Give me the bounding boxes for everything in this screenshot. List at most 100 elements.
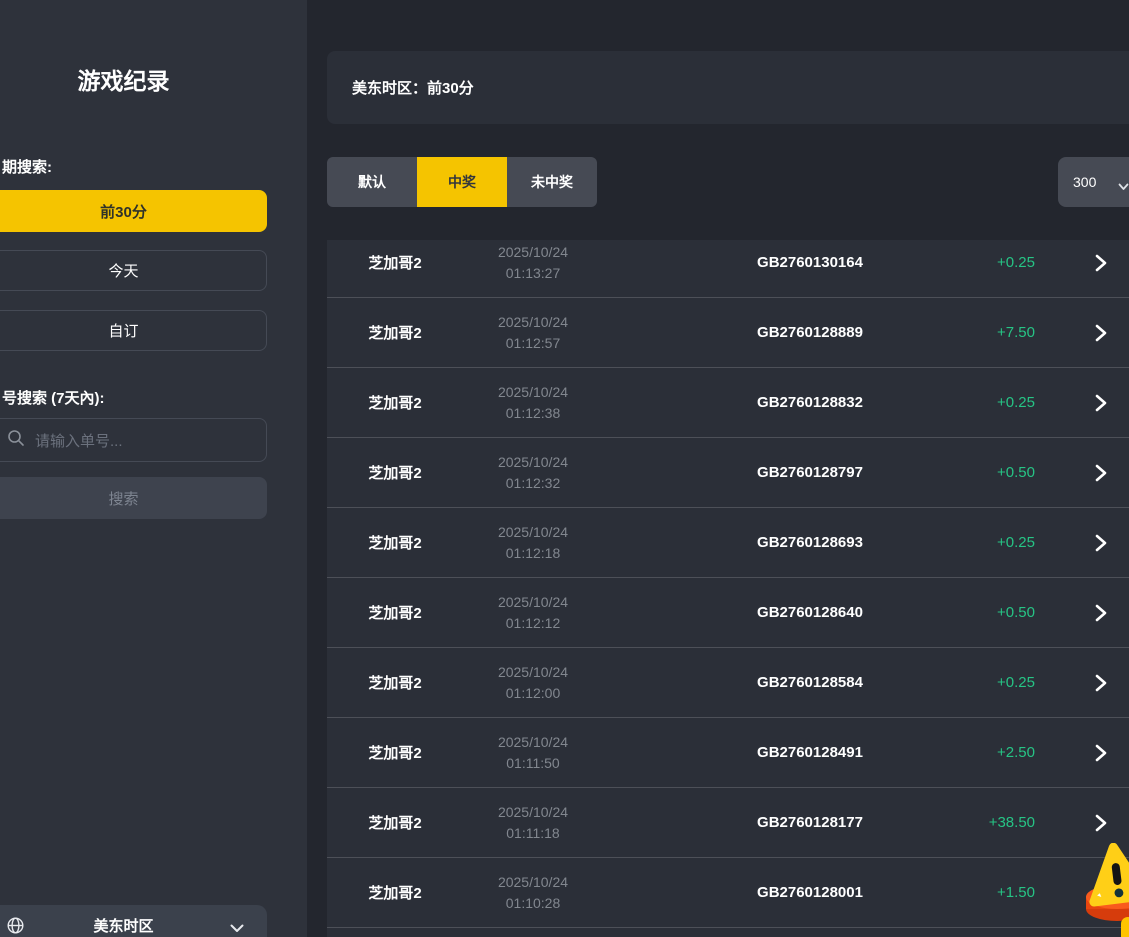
- date: 2025/10/24: [498, 452, 568, 473]
- header-text: 美东时区：前30分: [352, 77, 474, 98]
- datetime: 2025/10/24 01:11:50: [473, 718, 593, 787]
- win-amount: +0.50: [887, 438, 1035, 507]
- search-button[interactable]: 搜索: [0, 477, 267, 519]
- order-id: GB2760128640: [710, 578, 910, 647]
- period-button-today[interactable]: 今天: [0, 250, 267, 291]
- game-name: 芝加哥2: [347, 438, 443, 507]
- record-row[interactable]: 芝加哥2 2025/10/24 01:12:18 GB2760128693 +0…: [327, 508, 1129, 578]
- win-amount: +1.50: [887, 858, 1035, 927]
- chevron-right-icon[interactable]: [1087, 648, 1115, 717]
- order-id: GB2760128177: [710, 788, 910, 857]
- game-name: 芝加哥2: [347, 648, 443, 717]
- date: 2025/10/24: [498, 872, 568, 893]
- win-amount: +0.25: [887, 648, 1035, 717]
- order-search-placeholder: 请输入单号...: [35, 430, 123, 451]
- record-row-partial: [327, 928, 1129, 937]
- win-amount: +0.25: [887, 508, 1035, 577]
- datetime: 2025/10/24 01:11:18: [473, 788, 593, 857]
- tab-default[interactable]: 默认: [327, 157, 417, 207]
- datetime: 2025/10/24 01:12:32: [473, 438, 593, 507]
- date: 2025/10/24: [498, 732, 568, 753]
- period-button-last30min[interactable]: 前30分: [0, 190, 267, 232]
- win-amount: +2.50: [887, 718, 1035, 787]
- time: 01:11:18: [506, 823, 559, 844]
- datetime: 2025/10/24 01:10:28: [473, 858, 593, 927]
- win-amount: +0.25: [887, 368, 1035, 437]
- order-id: GB2760128584: [710, 648, 910, 717]
- chevron-right-icon[interactable]: [1087, 438, 1115, 507]
- time: 01:13:27: [506, 263, 561, 284]
- date: 2025/10/24: [498, 662, 568, 683]
- record-row[interactable]: 芝加哥2 2025/10/24 01:11:50 GB2760128491 +2…: [327, 718, 1129, 788]
- game-name: 芝加哥2: [347, 578, 443, 647]
- win-amount: +7.50: [887, 298, 1035, 367]
- chevron-right-icon[interactable]: [1087, 240, 1115, 297]
- page-title: 游戏纪录: [0, 62, 267, 96]
- game-name: 芝加哥2: [347, 718, 443, 787]
- win-amount: +38.50: [887, 788, 1035, 857]
- date: 2025/10/24: [498, 242, 568, 263]
- order-id: GB2760130164: [710, 240, 910, 297]
- time: 01:12:18: [506, 543, 561, 564]
- datetime: 2025/10/24 01:12:00: [473, 648, 593, 717]
- result-filter-tabs: 默认 中奖 未中奖: [327, 157, 597, 207]
- record-row[interactable]: 芝加哥2 2025/10/24 01:12:12 GB2760128640 +0…: [327, 578, 1129, 648]
- win-amount: +0.25: [887, 240, 1035, 297]
- order-id: GB2760128491: [710, 718, 910, 787]
- search-icon: [7, 429, 25, 452]
- tab-not-winning[interactable]: 未中奖: [507, 157, 597, 207]
- time: 01:12:57: [506, 333, 561, 354]
- chevron-right-icon[interactable]: [1087, 508, 1115, 577]
- record-row[interactable]: 芝加哥2 2025/10/24 01:10:28 GB2760128001 +1…: [327, 858, 1129, 928]
- date: 2025/10/24: [498, 522, 568, 543]
- datetime: 2025/10/24 01:12:12: [473, 578, 593, 647]
- date: 2025/10/24: [498, 802, 568, 823]
- time: 01:12:12: [506, 613, 561, 634]
- timezone-label: 美东时区: [0, 915, 267, 936]
- datetime: 2025/10/24 01:12:57: [473, 298, 593, 367]
- datetime: 2025/10/24 01:13:27: [473, 240, 593, 297]
- sidebar: 游戏纪录 期搜索: 前30分 今天 自订 号搜索 (7天內): 请输入单号...…: [0, 0, 307, 937]
- order-id: GB2760128832: [710, 368, 910, 437]
- chevron-right-icon[interactable]: [1087, 298, 1115, 367]
- game-name: 芝加哥2: [347, 858, 443, 927]
- chevron-down-icon: [230, 920, 244, 937]
- floating-notice-widget[interactable]: [1085, 843, 1129, 937]
- date: 2025/10/24: [498, 592, 568, 613]
- game-name: 芝加哥2: [347, 788, 443, 857]
- order-search-label: 号搜索 (7天內):: [2, 387, 105, 408]
- tab-winning[interactable]: 中奖: [417, 157, 507, 207]
- order-id: GB2760128889: [710, 298, 910, 367]
- order-id: GB2760128001: [710, 858, 910, 927]
- record-row[interactable]: 芝加哥2 2025/10/24 01:12:38 GB2760128832 +0…: [327, 368, 1129, 438]
- chevron-right-icon[interactable]: [1087, 578, 1115, 647]
- record-row[interactable]: 芝加哥2 2025/10/24 01:11:18 GB2760128177 +3…: [327, 788, 1129, 858]
- datetime: 2025/10/24 01:12:18: [473, 508, 593, 577]
- date: 2025/10/24: [498, 382, 568, 403]
- order-id: GB2760128797: [710, 438, 910, 507]
- records-list: 芝加哥2 2025/10/24 01:13:27 GB2760130164 +0…: [327, 240, 1129, 937]
- timezone-period-header: 美东时区：前30分: [327, 51, 1129, 124]
- timezone-selector[interactable]: 美东时区: [0, 905, 267, 937]
- record-row[interactable]: 芝加哥2 2025/10/24 01:12:32 GB2760128797 +0…: [327, 438, 1129, 508]
- win-amount: +0.50: [887, 578, 1035, 647]
- warning-exclamation-icon: [1088, 844, 1129, 902]
- time: 01:12:00: [506, 683, 561, 704]
- record-row[interactable]: 芝加哥2 2025/10/24 01:12:00 GB2760128584 +0…: [327, 648, 1129, 718]
- time: 01:12:32: [506, 473, 561, 494]
- record-row[interactable]: 芝加哥2 2025/10/24 01:13:27 GB2760130164 +0…: [327, 240, 1129, 298]
- game-name: 芝加哥2: [347, 368, 443, 437]
- period-search-label: 期搜索:: [2, 156, 52, 177]
- chevron-right-icon[interactable]: [1087, 718, 1115, 787]
- game-records-page: { "sidebar": { "title": "游戏纪录", "period_…: [0, 0, 1129, 937]
- period-button-custom[interactable]: 自订: [0, 310, 267, 351]
- record-row[interactable]: 芝加哥2 2025/10/24 01:12:57 GB2760128889 +7…: [327, 298, 1129, 368]
- game-name: 芝加哥2: [347, 298, 443, 367]
- time: 01:12:38: [506, 403, 561, 424]
- game-name: 芝加哥2: [347, 240, 443, 297]
- order-search-input[interactable]: 请输入单号...: [0, 418, 267, 462]
- chevron-right-icon[interactable]: [1087, 368, 1115, 437]
- order-id: GB2760128693: [710, 508, 910, 577]
- page-size-select[interactable]: 300: [1058, 157, 1129, 207]
- time: 01:11:50: [506, 753, 559, 774]
